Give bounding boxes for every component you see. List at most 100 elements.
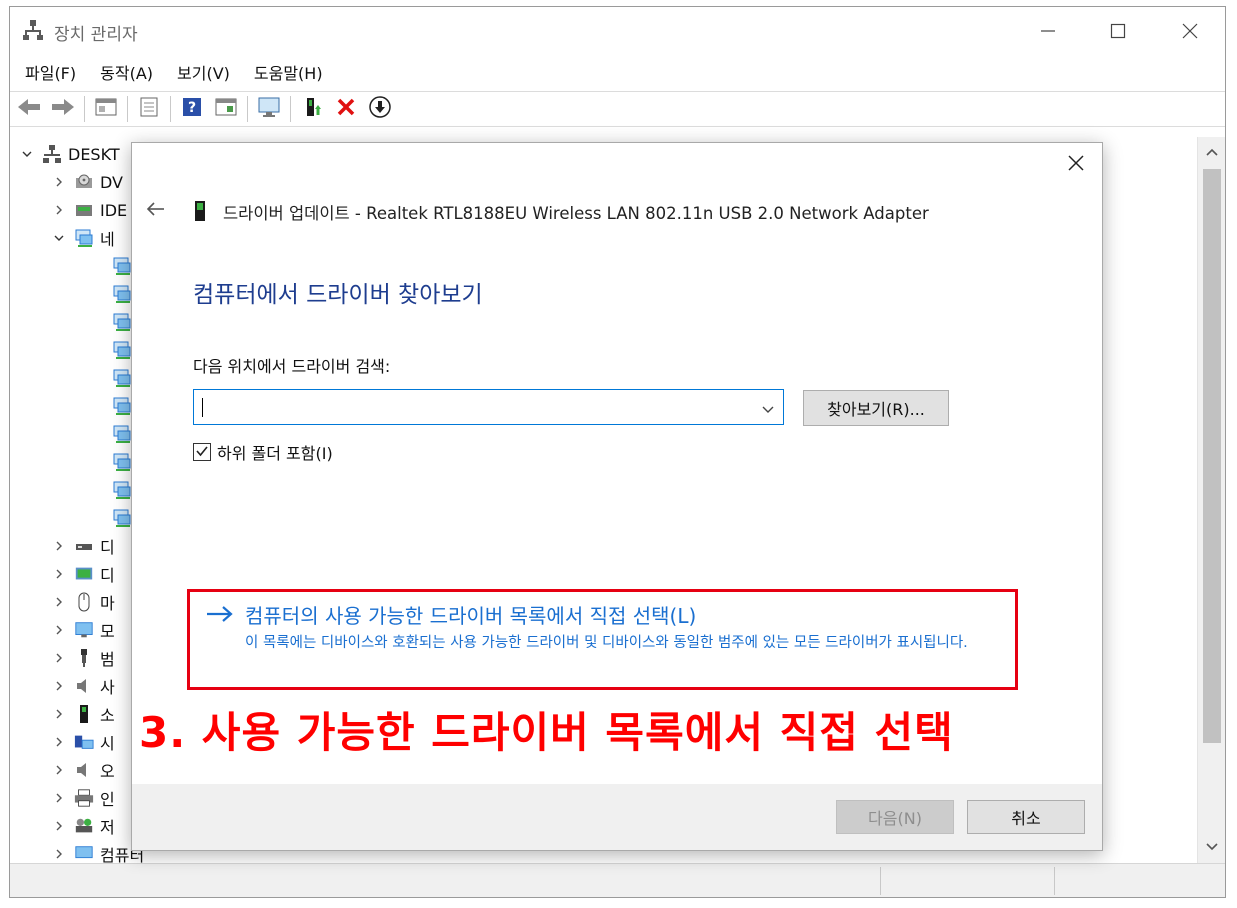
monitor-icon [74,620,94,640]
menu-view[interactable]: 보기(V) [168,56,239,88]
tree-item[interactable]: IDE [50,197,127,223]
chevron-right-icon[interactable] [50,537,68,555]
disable-button[interactable] [365,95,395,123]
tree-item[interactable]: DV [50,169,123,195]
driver-path-combobox[interactable] [193,389,784,425]
tree-item[interactable]: 저 [50,813,115,839]
menu-help[interactable]: 도움말(H) [245,56,332,88]
menu-file[interactable]: 파일(F) [16,56,85,88]
properties-button[interactable] [91,95,121,123]
window-close-button[interactable] [1160,13,1220,49]
tree-item-label: 오 [100,762,115,781]
chevron-right-icon[interactable] [50,761,68,779]
update-driver-icon [301,95,323,123]
device-manager-icon [22,19,44,41]
back-arrow-icon [16,97,42,121]
next-button[interactable]: 다음(N) [836,800,954,834]
ide-controller-icon [74,200,94,220]
network-adapter-child[interactable] [106,309,132,335]
chevron-right-icon[interactable] [50,817,68,835]
network-adapter-child[interactable] [106,281,132,307]
back-button[interactable] [14,95,44,123]
network-adapter-child[interactable] [106,421,132,447]
toolbar: ? [10,91,1225,127]
arrow-right-icon[interactable] [205,604,235,628]
network-adapter-child[interactable] [106,365,132,391]
chevron-right-icon[interactable] [50,565,68,583]
status-pane [1054,867,1055,895]
pick-from-list-link[interactable]: 컴퓨터의 사용 가능한 드라이버 목록에서 직접 선택(L) [245,600,696,629]
tree-item-label: 저 [100,818,115,837]
tree-item[interactable]: 마 [50,589,115,615]
tree-item[interactable]: 소 [50,701,115,727]
text-caret [202,398,203,417]
dialog-close-button[interactable] [1064,153,1088,177]
usb-device-icon [193,200,207,222]
chevron-right-icon[interactable] [50,201,68,219]
network-adapter-child[interactable] [106,253,132,279]
chevron-down-icon[interactable] [761,401,775,420]
chevron-right-icon[interactable] [50,173,68,191]
scroll-up-icon[interactable] [1205,145,1219,164]
chevron-down-icon[interactable] [50,229,68,247]
tree-root-label: DESKT [68,144,120,164]
chevron-down-icon[interactable] [18,145,36,163]
scrollbar-thumb[interactable] [1203,169,1221,743]
tree-item[interactable]: 사 [50,673,115,699]
title-bar[interactable]: 장치 관리자 [10,7,1225,55]
minimize-button[interactable] [1018,13,1078,49]
print-icon [138,96,160,122]
include-subfolders-checkbox[interactable] [193,443,211,461]
print-button[interactable] [134,95,164,123]
chevron-right-icon[interactable] [50,789,68,807]
network-adapter-child[interactable] [106,477,132,503]
browse-button[interactable]: 찾아보기(R)... [803,390,949,426]
chevron-right-icon[interactable] [50,845,68,863]
tree-item[interactable]: 네 [50,225,115,251]
uninstall-x-icon [336,97,356,121]
maximize-button[interactable] [1088,13,1148,49]
cancel-button[interactable]: 취소 [967,800,1085,834]
dialog-heading: 컴퓨터에서 드라이버 찾아보기 [193,282,483,308]
tree-item-label: IDE [100,200,128,220]
network-adapter-child[interactable] [106,393,132,419]
network-adapter-child[interactable] [106,505,132,531]
network-adapter-child[interactable] [106,449,132,475]
vertical-scrollbar[interactable] [1197,137,1225,863]
forward-button[interactable] [48,95,78,123]
chevron-right-icon[interactable] [50,649,68,667]
tree-item[interactable]: 시 [50,729,115,755]
maximize-icon [1110,23,1126,39]
tree-item[interactable]: 디 [50,533,115,559]
tree-item[interactable]: 인 [50,785,115,811]
device-view-button[interactable] [211,95,241,123]
chevron-right-icon[interactable] [50,621,68,639]
include-subfolders-row[interactable]: 하위 폴더 포함(I) [193,441,333,463]
tree-item-label: 디 [100,538,115,557]
pick-from-list-description: 이 목록에는 디바이스와 호환되는 사용 가능한 드라이버 및 디바이스와 동일… [245,635,968,651]
toolbar-separator [170,96,171,122]
uninstall-button[interactable] [331,95,361,123]
network-adapter-child[interactable] [106,337,132,363]
menu-action[interactable]: 동작(A) [91,56,162,88]
tree-root[interactable]: DESKT [18,141,120,167]
scroll-down-icon[interactable] [1205,838,1219,857]
network-adapter-icon [112,396,132,416]
toolbar-separator [290,96,291,122]
update-driver-button[interactable] [297,95,327,123]
chevron-right-icon[interactable] [50,705,68,723]
chevron-right-icon[interactable] [50,677,68,695]
network-adapter-icon [112,284,132,304]
tree-item[interactable]: 모 [50,617,115,643]
tree-item[interactable]: 디 [50,561,115,587]
dialog-back-button[interactable] [144,199,168,223]
toolbar-separator [247,96,248,122]
tree-item[interactable]: 오 [50,757,115,783]
scan-hardware-button[interactable] [254,95,284,123]
chevron-right-icon[interactable] [50,733,68,751]
chevron-right-icon[interactable] [50,593,68,611]
help-button[interactable]: ? [177,95,207,123]
toolbar-separator [84,96,85,122]
network-adapter-icon [112,312,132,332]
tree-item[interactable]: 범 [50,645,115,671]
